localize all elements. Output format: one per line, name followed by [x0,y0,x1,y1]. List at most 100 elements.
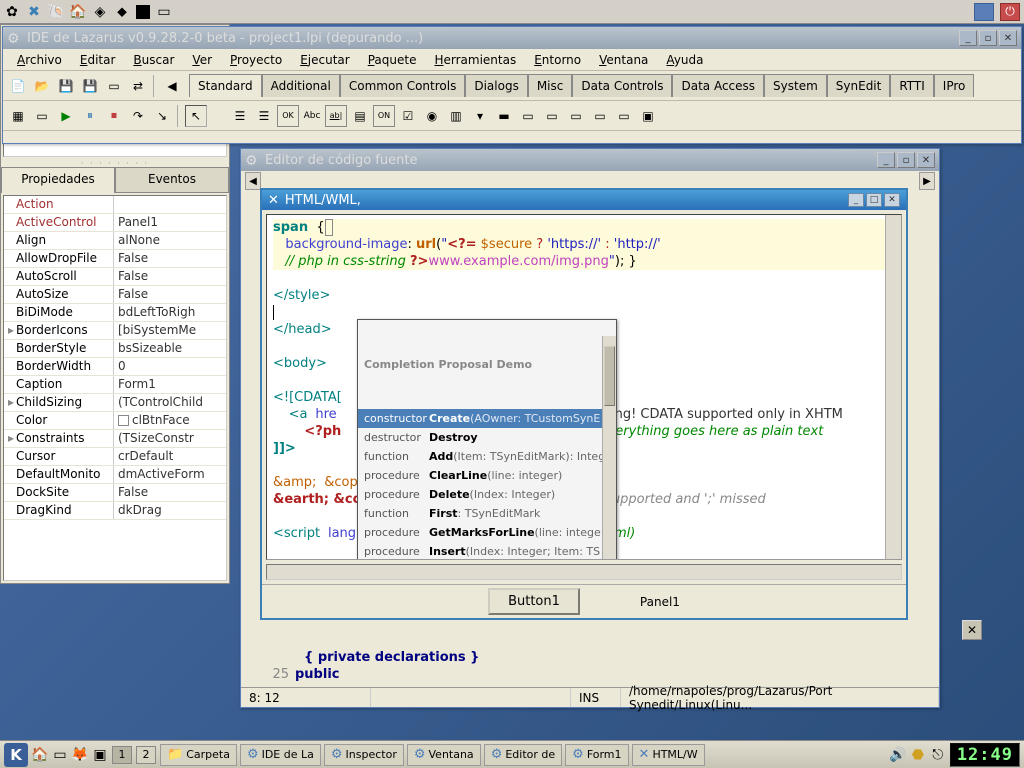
cursor-tool[interactable]: ↖ [185,105,207,127]
sys-icon[interactable]: ◈ [92,4,108,20]
button1[interactable]: Button1 [488,588,580,615]
sys-icon[interactable]: 🐚 [48,4,64,20]
menu-ejecutar[interactable]: Ejecutar [292,51,358,69]
close-button[interactable]: ✕ [884,193,900,207]
task-button[interactable]: ⚙Ventana [407,744,481,766]
resize-handle[interactable]: · · · · · · · · [1,159,229,167]
arrow-left[interactable]: ◀ [161,75,183,97]
property-row[interactable]: BorderStylebsSizeable [4,340,226,358]
show-desktop-icon[interactable]: ▭ [52,747,68,763]
property-row[interactable]: BiDiModebdLeftToRigh [4,304,226,322]
completion-item[interactable]: functionAdd(Item: TSynEditMark): Integ [358,447,616,466]
code-hscroll[interactable] [266,564,902,580]
comp-mainmenu[interactable]: ☰ [229,105,251,127]
comp-panel[interactable]: ▭ [589,105,611,127]
property-row[interactable]: CursorcrDefault [4,448,226,466]
palette-tab-system[interactable]: System [764,74,827,97]
completion-item[interactable]: functionFirst: TSynEditMark [358,504,616,523]
close-button[interactable]: ✕ [917,152,935,168]
comp-label[interactable]: Abc [301,105,323,127]
menu-ventana[interactable]: Ventana [591,51,656,69]
clock[interactable]: 12:49 [950,743,1020,767]
task-button[interactable]: ⚙Form1 [565,744,628,766]
completion-item[interactable]: constructorCreate(AOwner: TCustomSynE [358,409,616,428]
comp-combo[interactable]: ▾ [469,105,491,127]
completion-item[interactable]: procedureInsert(Index: Integer; Item: TS [358,542,616,560]
property-grid[interactable]: ActionActiveControlPanel1AlignalNoneAllo… [3,195,227,581]
close-button[interactable]: ✕ [999,30,1017,46]
source-titlebar[interactable]: ⚙ Editor de código fuente _ ▫ ✕ [241,149,939,171]
maximize-button[interactable]: □ [866,193,882,207]
comp-checkbox[interactable]: ☑ [397,105,419,127]
property-row[interactable]: AutoSizeFalse [4,286,226,304]
menu-entorno[interactable]: Entorno [526,51,589,69]
palette-tab-data-controls[interactable]: Data Controls [572,74,672,97]
palette-tab-dialogs[interactable]: Dialogs [465,74,527,97]
completion-item[interactable]: procedureDelete(Index: Integer) [358,485,616,504]
saveall-btn[interactable]: 💾 [79,75,101,97]
comp-radiogroup[interactable]: ▭ [541,105,563,127]
maximize-button[interactable]: ▫ [897,152,915,168]
tab-prev[interactable]: ◀ [245,172,261,190]
comp-popup[interactable]: ☰ [253,105,275,127]
new-form-btn[interactable]: ▭ [103,75,125,97]
side-close-button[interactable]: ✕ [962,620,982,640]
sys-tile-btn[interactable] [974,3,994,21]
palette-tab-standard[interactable]: Standard [189,74,262,97]
property-row[interactable]: ActiveControlPanel1 [4,214,226,232]
property-row[interactable]: AutoScrollFalse [4,268,226,286]
sys-icon[interactable]: ⬥ [114,4,130,20]
stop-btn[interactable]: ⏹ [103,105,125,127]
html-titlebar[interactable]: ✕ HTML/WML, _ □ ✕ [262,190,906,210]
property-row[interactable]: ▸BorderIcons[biSystemMe [4,322,226,340]
new-btn[interactable]: 📄 [7,75,29,97]
firefox-icon[interactable]: 🦊 [72,747,88,763]
palette-tab-additional[interactable]: Additional [262,74,340,97]
tab-properties[interactable]: Propiedades [1,167,115,193]
palette-tab-ipro[interactable]: IPro [934,74,975,97]
completion-item[interactable]: procedureGetMarksForLine(line: intege [358,523,616,542]
open-btn[interactable]: 📂 [31,75,53,97]
comp-toggle[interactable]: ON [373,105,395,127]
html-code-area[interactable]: span { background-image: url("<?= $secur… [266,214,902,560]
palette-tab-common-controls[interactable]: Common Controls [340,74,466,97]
step-over[interactable]: ↷ [127,105,149,127]
tab-events[interactable]: Eventos [115,167,229,193]
comp-action[interactable]: ▣ [637,105,659,127]
view-forms[interactable]: ▭ [31,105,53,127]
step-into[interactable]: ↘ [151,105,173,127]
completion-item[interactable]: destructorDestroy [358,428,616,447]
desktop-1[interactable]: 1 [112,746,132,764]
task-button[interactable]: ⚙IDE de La [240,744,321,766]
view-units[interactable]: ▦ [7,105,29,127]
property-row[interactable]: Action [4,196,226,214]
task-button[interactable]: ⚙Editor de [484,744,562,766]
toggle-btn[interactable]: ⇄ [127,75,149,97]
sys-icon[interactable]: ✿ [4,4,20,20]
ide-titlebar[interactable]: ⚙ IDE de Lazarus v0.9.28.2-0 beta - proj… [3,27,1021,49]
comp-listbox[interactable]: ▥ [445,105,467,127]
property-row[interactable]: ▸Constraints(TSizeConstr [4,430,226,448]
comp-frame[interactable]: ▭ [613,105,635,127]
tray-klipper[interactable]: ⬣ [910,747,926,763]
property-row[interactable]: DefaultMonitodmActiveForm [4,466,226,484]
sys-icon[interactable]: 🏠 [70,4,86,20]
menu-archivo[interactable]: Archivo [9,51,70,69]
task-button[interactable]: ⚙Inspector [324,744,404,766]
menu-herramientas[interactable]: Herramientas [426,51,524,69]
comp-groupbox[interactable]: ▭ [517,105,539,127]
property-row[interactable]: DockSiteFalse [4,484,226,502]
kmenu-button[interactable]: K [4,743,28,767]
sys-icon[interactable]: ✖ [26,4,42,20]
comp-button[interactable]: OK [277,105,299,127]
palette-tab-synedit[interactable]: SynEdit [827,74,891,97]
property-row[interactable]: ColorclBtnFace [4,412,226,430]
comp-radio[interactable]: ◉ [421,105,443,127]
completion-item[interactable]: procedureClearLine(line: integer) [358,466,616,485]
task-button[interactable]: ✕HTML/W [632,744,705,766]
property-row[interactable]: AllowDropFileFalse [4,250,226,268]
desktop-2[interactable]: 2 [136,746,156,764]
save-btn[interactable]: 💾 [55,75,77,97]
completion-scrollbar[interactable] [602,336,616,560]
property-row[interactable]: AlignalNone [4,232,226,250]
